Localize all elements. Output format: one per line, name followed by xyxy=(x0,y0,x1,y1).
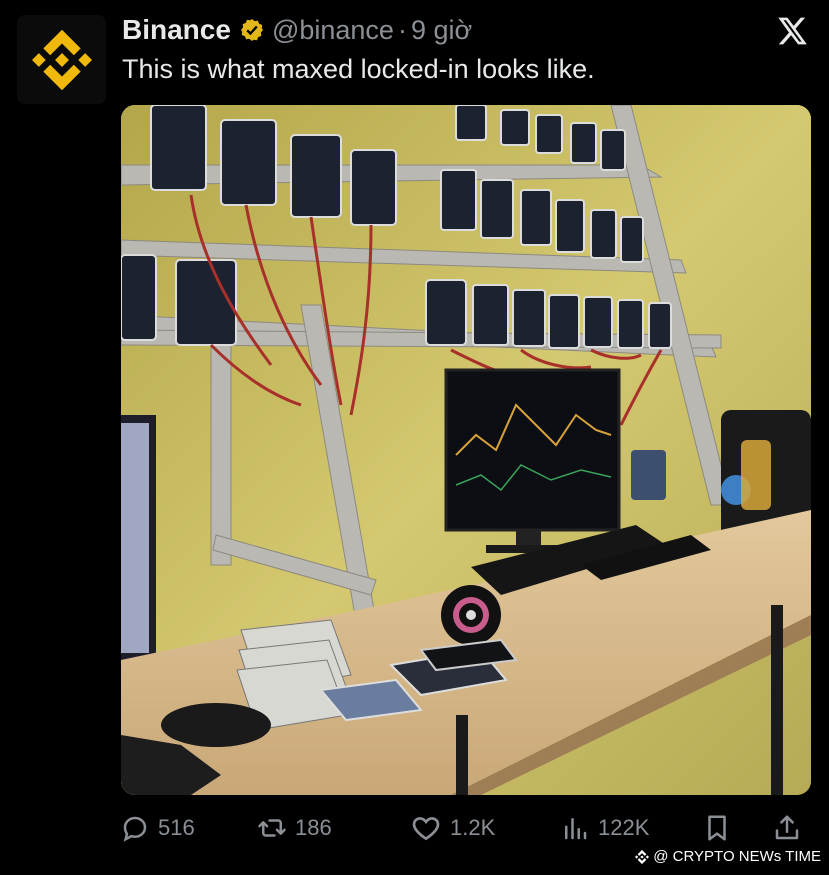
reply-icon xyxy=(123,816,147,842)
binance-logo-icon xyxy=(31,29,92,90)
tweet-media-image[interactable] xyxy=(121,105,811,795)
retweet-count: 186 xyxy=(295,815,332,840)
tweet-text: This is what maxed locked-in looks like. xyxy=(122,54,595,84)
retweet-button[interactable]: 186 xyxy=(257,810,332,846)
x-logo-icon xyxy=(777,15,809,47)
author-avatar[interactable] xyxy=(17,15,106,104)
reply-count: 516 xyxy=(158,815,195,840)
heart-icon xyxy=(412,817,440,841)
watermark: @ CRYPTO NEWs TIME xyxy=(635,848,821,865)
verified-badge-icon xyxy=(240,18,264,42)
bookmark-button[interactable] xyxy=(702,810,740,846)
retweet-icon xyxy=(258,819,286,837)
separator-dot: · xyxy=(397,14,407,45)
bookmark-icon xyxy=(708,815,726,841)
author-handle[interactable]: @binance xyxy=(272,15,394,46)
views-count: 122K xyxy=(598,815,650,840)
share-icon xyxy=(775,815,799,840)
like-count: 1.2K xyxy=(450,815,496,840)
author-name[interactable]: Binance xyxy=(122,14,231,46)
share-button[interactable] xyxy=(772,810,810,846)
views-icon xyxy=(565,818,587,840)
phone-rig-photo xyxy=(121,105,811,795)
tweet-time[interactable]: 9 giờ xyxy=(411,15,472,46)
tweet-header: Binance @binance · 9 giờ xyxy=(122,12,769,48)
like-button[interactable]: 1.2K xyxy=(410,810,495,846)
reply-button[interactable]: 516 xyxy=(120,810,195,846)
views-button[interactable]: 122K xyxy=(560,810,649,846)
watermark-text: @ CRYPTO NEWs TIME xyxy=(653,848,821,865)
binance-small-icon xyxy=(635,849,650,864)
tweet-actions: 516 186 1.2K 122K xyxy=(120,810,810,846)
